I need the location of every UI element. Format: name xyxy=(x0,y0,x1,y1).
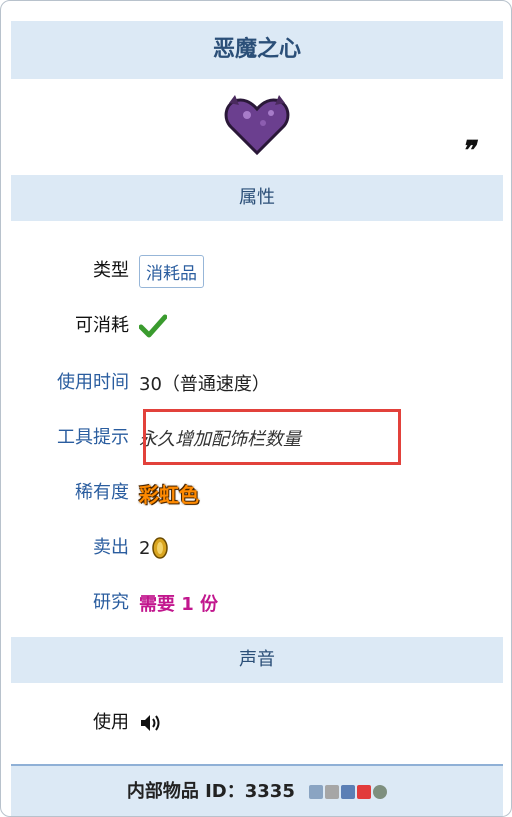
use-sound-label: 使用 xyxy=(93,712,129,733)
platform-icons xyxy=(309,785,388,799)
use-time-label-link[interactable]: 使用时间 xyxy=(57,363,129,403)
highlight-box xyxy=(143,409,401,465)
research-value: 需要 1 份 xyxy=(139,594,219,615)
sell-label-link[interactable]: 卖出 xyxy=(93,528,129,568)
demon-heart-icon xyxy=(224,95,290,156)
use-time-value: 30（普通速度） xyxy=(139,374,270,395)
mobile-platform-icon xyxy=(341,785,356,799)
internal-id: 内部物品 ID：3335 xyxy=(126,781,295,802)
item-infobox: 恶魔之心 ❞ 属性 类型 消耗品 可消耗 使用时间 30（普通速度） 工具提示 … xyxy=(0,0,512,817)
research-label-link[interactable]: 研究 xyxy=(93,583,129,623)
item-title: 恶魔之心 xyxy=(11,21,503,79)
quote-icon[interactable]: ❞ xyxy=(461,136,475,166)
gold-coin-icon xyxy=(152,537,169,559)
section-sound: 声音 xyxy=(11,637,503,683)
type-label: 类型 xyxy=(93,260,129,281)
tooltip-label-link[interactable]: 工具提示 xyxy=(57,418,129,458)
sell-value: 2 xyxy=(139,537,151,559)
consumable-label: 可消耗 xyxy=(75,315,129,336)
type-tag-link[interactable]: 消耗品 xyxy=(139,254,204,288)
check-icon xyxy=(139,314,167,338)
row-rarity: 稀有度 彩虹色 xyxy=(1,473,511,513)
row-use-sound: 使用 xyxy=(1,703,511,743)
row-consumable: 可消耗 xyxy=(1,306,511,346)
rarity-value: 彩虹色 xyxy=(139,482,199,507)
tmodloader-platform-icon xyxy=(373,785,388,799)
console-platform-icon xyxy=(325,785,340,799)
section-attributes: 属性 xyxy=(11,175,503,221)
speaker-play-icon[interactable] xyxy=(139,713,161,733)
switch-platform-icon xyxy=(357,785,372,799)
desktop-platform-icon xyxy=(309,785,324,799)
rarity-label-link[interactable]: 稀有度 xyxy=(75,473,129,513)
row-sell: 卖出 2 xyxy=(1,528,511,568)
row-type: 类型 消耗品 xyxy=(1,251,511,291)
row-research: 研究 需要 1 份 xyxy=(1,583,511,623)
footer: 内部物品 ID：3335 xyxy=(11,764,503,816)
row-use-time: 使用时间 30（普通速度） xyxy=(1,363,511,403)
